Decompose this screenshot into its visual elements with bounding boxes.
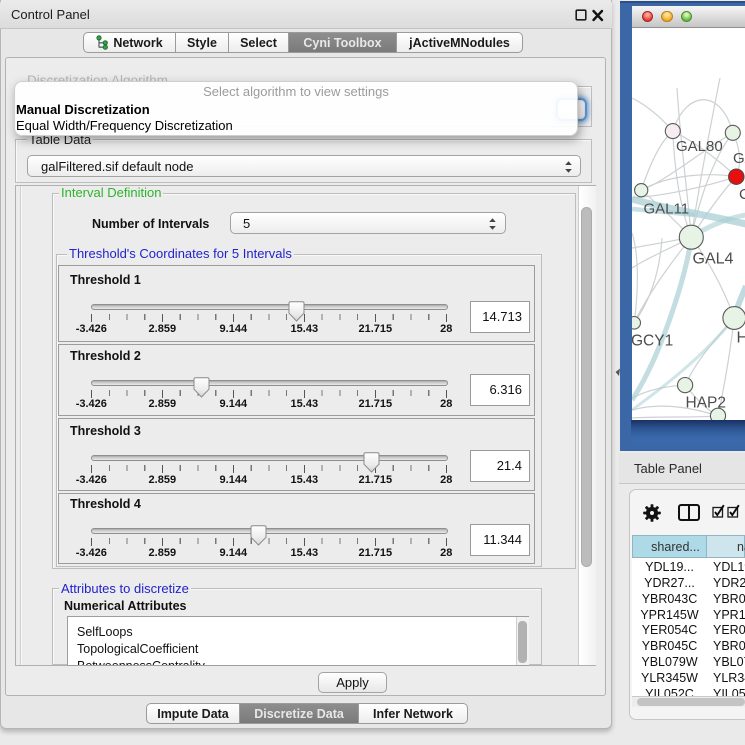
svg-text:GCY1: GCY1 [632, 332, 673, 349]
svg-text:HA: HA [736, 329, 745, 346]
svg-text:GAL80: GAL80 [676, 138, 723, 155]
svg-text:GAL11: GAL11 [643, 200, 689, 217]
svg-text:GAL4: GAL4 [692, 250, 733, 267]
svg-text:HAP2: HAP2 [685, 394, 726, 411]
svg-text:CY: CY [739, 186, 745, 203]
svg-text:GAL2: GAL2 [733, 150, 745, 167]
